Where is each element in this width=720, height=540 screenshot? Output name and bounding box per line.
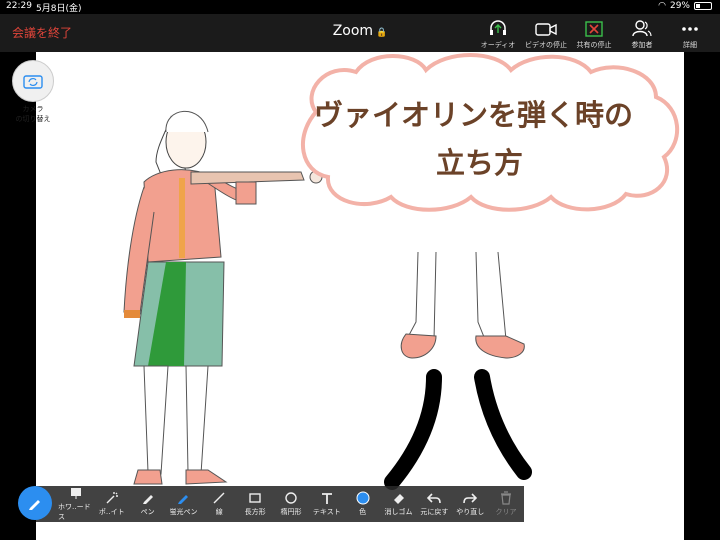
video-camera-icon	[535, 23, 557, 36]
whiteboard-label: ホワ‥ードス	[58, 503, 91, 521]
audio-label: オーディオ	[480, 41, 516, 49]
switch-camera-circle	[12, 60, 54, 102]
highlighter-icon	[178, 495, 189, 504]
line-icon	[213, 492, 225, 504]
eraser-label: 消しゴム	[384, 508, 413, 516]
spotlight-tool[interactable]: ポ‥イト	[94, 491, 130, 517]
switch-camera-label-1: カメラ	[22, 105, 44, 113]
annotate-toggle-button[interactable]	[18, 486, 52, 520]
lock-icon: 🔒	[376, 28, 388, 38]
stop-share-label: 共有の停止	[576, 41, 612, 49]
shared-screen: ヴァイオリンを弾く時の 立ち方	[36, 52, 684, 540]
battery-percent: 29%	[669, 1, 690, 11]
clear-tool[interactable]: クリア	[488, 491, 524, 517]
headphone-icon	[490, 20, 506, 35]
pencil-icon	[29, 500, 40, 510]
ellipse-tool[interactable]: 楕円形	[273, 491, 309, 517]
undo-tool[interactable]: 元に戻す	[416, 491, 452, 517]
participants-label: 参加者	[631, 41, 653, 49]
pen-tool[interactable]: ペン	[130, 491, 166, 517]
pen-label: ペン	[140, 508, 155, 516]
color-label: 色	[359, 508, 367, 516]
switch-camera-label-2: の切り替え	[15, 115, 51, 123]
switch-camera-button[interactable]: カメラ の切り替え	[12, 60, 54, 124]
meeting-controls: オーディオ ビデオの停止 共有の停止 参加者 詳細	[474, 16, 714, 50]
spotlight-label: ポ‥イト	[98, 508, 125, 516]
undo-icon	[427, 493, 442, 504]
text-icon	[321, 493, 332, 504]
text-label: テキスト	[312, 508, 341, 516]
battery-icon	[694, 2, 712, 10]
slide-heading-line1: ヴァイオリンを弾く時の	[314, 98, 634, 132]
text-tool[interactable]: テキスト	[309, 491, 345, 517]
stop-video-button[interactable]: ビデオの停止	[522, 16, 570, 50]
hand-drawn-stroke-left	[384, 369, 442, 490]
stop-share-icon	[585, 21, 603, 37]
spotlight-icon	[106, 492, 118, 504]
status-bar: 22:29 5月8日(金) ◠ 29%	[0, 0, 720, 14]
highlighter-label: 蛍光ペン	[169, 508, 198, 516]
stop-video-label: ビデオの停止	[525, 41, 567, 49]
rectangle-tool[interactable]: 長方形	[237, 491, 273, 517]
violinist-figure	[123, 110, 323, 485]
trash-icon	[501, 491, 512, 505]
heading-cloud	[300, 53, 680, 212]
meeting-title-text: Zoom	[332, 23, 374, 39]
status-time: 22:29	[6, 1, 32, 11]
color-swatch-icon	[356, 491, 370, 505]
whiteboard-icon	[70, 488, 81, 499]
rectangle-icon	[249, 493, 261, 503]
line-label: 線	[215, 508, 223, 516]
status-right: ◠ 29%	[658, 1, 712, 11]
audio-button[interactable]: オーディオ	[474, 16, 522, 50]
highlighter-tool[interactable]: 蛍光ペン	[166, 491, 202, 517]
wifi-icon: ◠	[658, 1, 666, 11]
participants-button[interactable]: 参加者	[618, 16, 666, 50]
status-date: 5月8日(金)	[36, 4, 82, 14]
rectangle-label: 長方形	[244, 508, 266, 516]
slide-heading-line2: 立ち方	[436, 146, 524, 180]
redo-label: やり直し	[456, 508, 485, 516]
hand-drawn-stroke-right	[474, 369, 532, 480]
eraser-tool[interactable]: 消しゴム	[381, 491, 417, 517]
redo-tool[interactable]: やり直し	[452, 491, 488, 517]
meeting-toolbar: 会議を終了 Zoom 🔒 オーディオ ビデオの停止 共有の停止 参加者 詳細	[0, 14, 720, 52]
color-tool[interactable]: 色	[345, 491, 381, 517]
whiteboard-tool[interactable]: ホワ‥ードス	[58, 486, 94, 522]
undo-label: 元に戻す	[420, 508, 449, 516]
camera-switch-icon	[23, 75, 43, 89]
more-button[interactable]: 詳細	[666, 16, 714, 50]
stop-share-button[interactable]: 共有の停止	[570, 16, 618, 50]
pen-icon	[142, 495, 153, 504]
ellipse-label: 楕円形	[280, 508, 302, 516]
eraser-icon	[393, 494, 404, 504]
clear-label: クリア	[495, 508, 517, 516]
annotation-toolbar: ホワ‥ードス ポ‥イト ペン 蛍光ペン 線 長方形 楕円形 テキスト 色 消しゴ…	[36, 486, 524, 522]
more-label: 詳細	[683, 41, 697, 49]
line-tool[interactable]: 線	[201, 491, 237, 517]
redo-icon	[463, 493, 478, 504]
ellipse-icon	[285, 492, 297, 504]
feet-illustration	[400, 251, 525, 359]
more-icon	[682, 27, 698, 31]
participants-icon	[632, 20, 652, 37]
